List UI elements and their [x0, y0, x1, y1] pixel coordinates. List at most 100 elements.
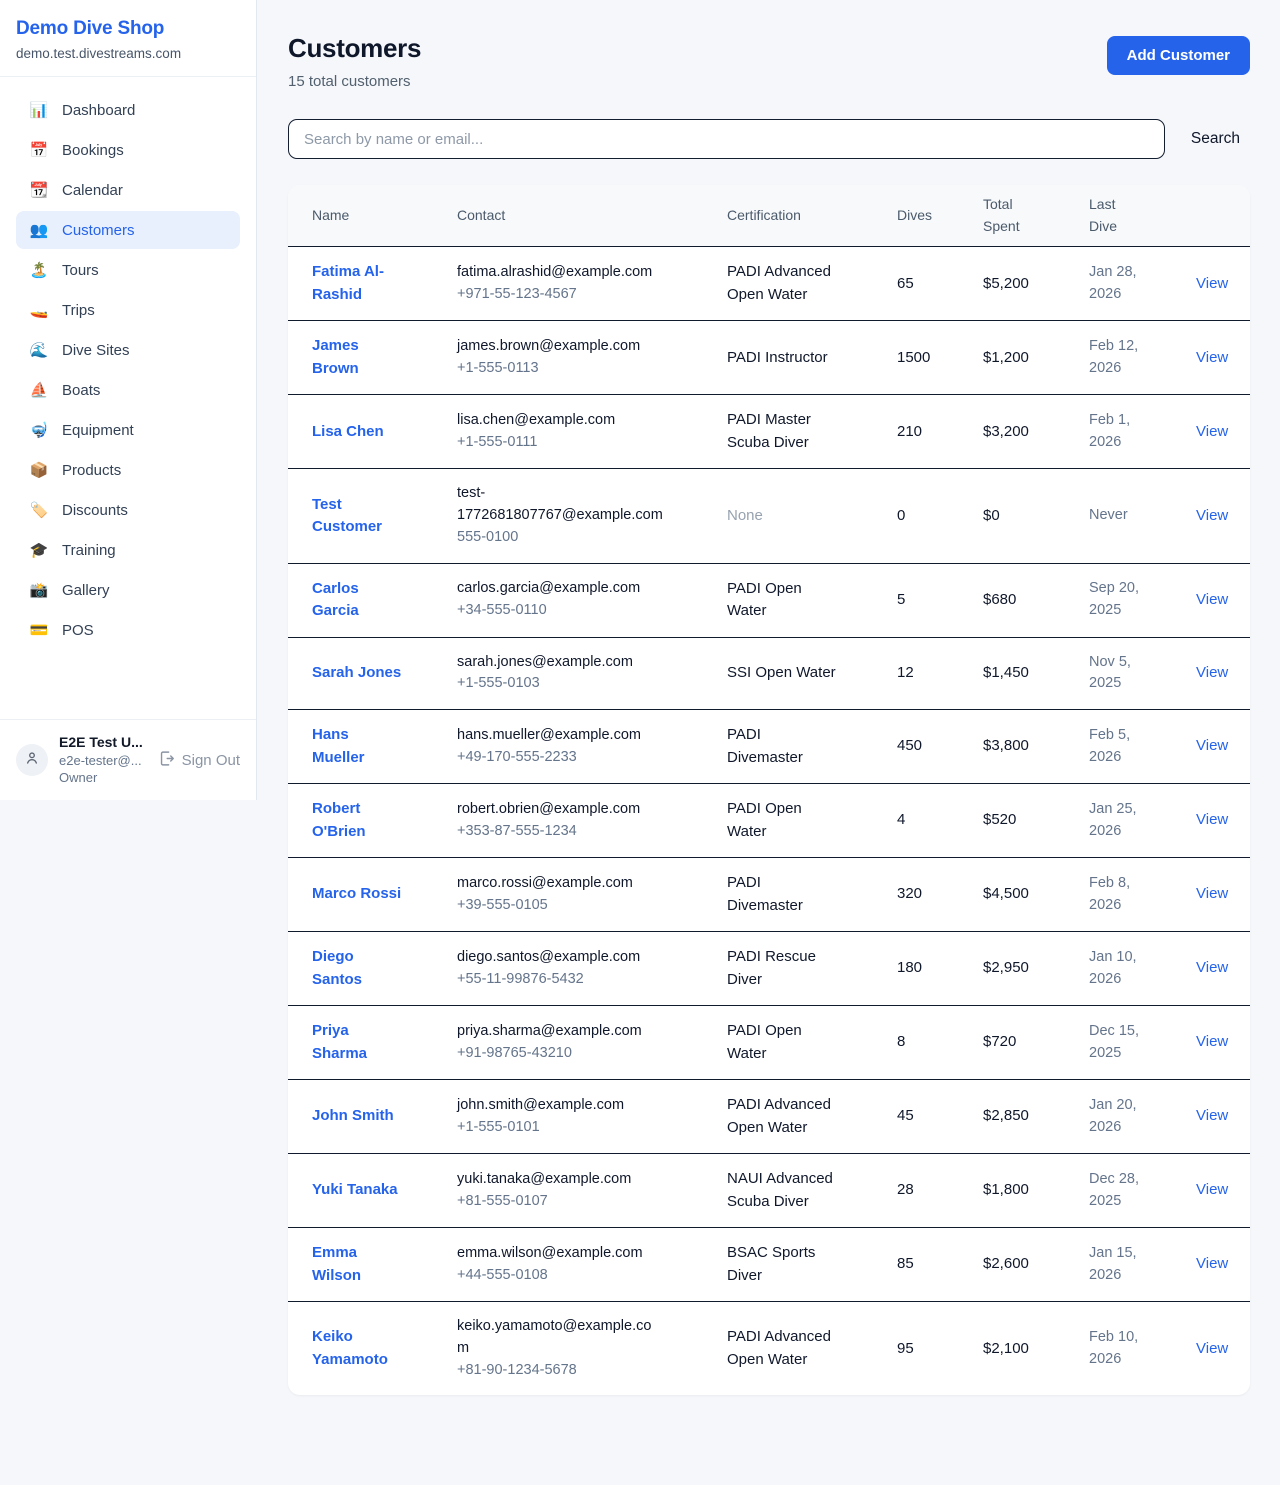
customer-phone: +1-555-0111 — [457, 432, 663, 454]
view-link[interactable]: View — [1196, 811, 1228, 828]
search-input[interactable] — [288, 119, 1165, 159]
customer-dives: 210 — [873, 395, 959, 469]
customer-certification: PADI Rescue Diver — [703, 932, 873, 1006]
view-link[interactable]: View — [1196, 349, 1228, 366]
customer-phone: +39-555-0105 — [457, 895, 663, 917]
customer-certification: PADI Divemaster — [703, 710, 873, 784]
table-row: Sarah Jonessarah.jones@example.com+1-555… — [288, 637, 1250, 710]
customer-name-link[interactable]: Hans Mueller — [312, 726, 365, 766]
trips-icon: 🚤 — [28, 301, 50, 319]
search-button[interactable]: Search — [1181, 130, 1250, 148]
sidebar-item-dive-sites[interactable]: 🌊Dive Sites — [16, 331, 240, 369]
sidebar-item-pos[interactable]: 💳POS — [16, 611, 240, 649]
table-row: Hans Muellerhans.mueller@example.com+49-… — [288, 710, 1250, 784]
sidebar-item-boats[interactable]: ⛵Boats — [16, 371, 240, 409]
customer-name-link[interactable]: Emma Wilson — [312, 1244, 361, 1284]
gallery-icon: 📸 — [28, 581, 50, 599]
view-link[interactable]: View — [1196, 737, 1228, 754]
customer-certification: BSAC Sports Diver — [703, 1228, 873, 1302]
customer-email: keiko.yamamoto@example.com — [457, 1316, 663, 1360]
view-link[interactable]: View — [1196, 591, 1228, 608]
column-header-total-spent: Total Spent — [959, 185, 1065, 247]
customer-last-dive: Jan 15, 2026 — [1065, 1228, 1172, 1302]
customer-phone: +1-555-0103 — [457, 673, 663, 695]
customer-dives: 95 — [873, 1302, 959, 1396]
customer-certification: PADI Master Scuba Diver — [703, 395, 873, 469]
view-link[interactable]: View — [1196, 423, 1228, 440]
customer-email: hans.mueller@example.com — [457, 725, 663, 747]
view-link[interactable]: View — [1196, 1255, 1228, 1272]
sidebar-item-discounts[interactable]: 🏷️Discounts — [16, 491, 240, 529]
customer-total-spent: $2,850 — [959, 1080, 1065, 1154]
sidebar-item-calendar[interactable]: 📆Calendar — [16, 171, 240, 209]
sidebar-item-tours[interactable]: 🏝️Tours — [16, 251, 240, 289]
customer-name-link[interactable]: Priya Sharma — [312, 1022, 367, 1062]
sidebar-item-training[interactable]: 🎓Training — [16, 531, 240, 569]
view-link[interactable]: View — [1196, 275, 1228, 292]
customer-total-spent: $3,200 — [959, 395, 1065, 469]
customer-phone: +91-98765-43210 — [457, 1043, 663, 1065]
products-icon: 📦 — [28, 461, 50, 479]
customer-name-link[interactable]: Marco Rossi — [312, 885, 401, 902]
shop-name: Demo Dive Shop — [16, 18, 240, 40]
customer-name-link[interactable]: Carlos Garcia — [312, 580, 359, 620]
column-header-dives: Dives — [873, 185, 959, 247]
customer-name-link[interactable]: Sarah Jones — [312, 664, 401, 681]
customer-name-link[interactable]: Diego Santos — [312, 948, 362, 988]
sidebar-item-dashboard[interactable]: 📊Dashboard — [16, 91, 240, 129]
customer-name-link[interactable]: Lisa Chen — [312, 423, 384, 440]
table-row: Marco Rossimarco.rossi@example.com+39-55… — [288, 858, 1250, 932]
view-link[interactable]: View — [1196, 664, 1228, 681]
customer-dives: 320 — [873, 858, 959, 932]
table-row: Lisa Chenlisa.chen@example.com+1-555-011… — [288, 395, 1250, 469]
sidebar-item-label: Dashboard — [62, 102, 135, 119]
customer-phone: +353-87-555-1234 — [457, 821, 663, 843]
view-link[interactable]: View — [1196, 1340, 1228, 1357]
sidebar-item-customers[interactable]: 👥Customers — [16, 211, 240, 249]
customer-phone: +81-90-1234-5678 — [457, 1360, 663, 1382]
customer-name-link[interactable]: Robert O'Brien — [312, 800, 366, 840]
customers-icon: 👥 — [28, 221, 50, 239]
customer-total-spent: $4,500 — [959, 858, 1065, 932]
sidebar-item-equipment[interactable]: 🤿Equipment — [16, 411, 240, 449]
table-row: Test Customertest-1772681807767@example.… — [288, 469, 1250, 563]
customer-name-link[interactable]: Keiko Yamamoto — [312, 1328, 388, 1368]
discounts-icon: 🏷️ — [28, 501, 50, 519]
customer-last-dive: Jan 20, 2026 — [1065, 1080, 1172, 1154]
customer-dives: 5 — [873, 563, 959, 637]
sign-out-button[interactable]: Sign Out — [158, 750, 240, 771]
tours-icon: 🏝️ — [28, 261, 50, 279]
equipment-icon: 🤿 — [28, 421, 50, 439]
customer-phone: +1-555-0101 — [457, 1117, 663, 1139]
customer-dives: 12 — [873, 637, 959, 710]
customer-certification: PADI Advanced Open Water — [703, 1080, 873, 1154]
sidebar-item-products[interactable]: 📦Products — [16, 451, 240, 489]
view-link[interactable]: View — [1196, 507, 1228, 524]
customer-last-dive: Sep 20, 2025 — [1065, 563, 1172, 637]
view-link[interactable]: View — [1196, 1107, 1228, 1124]
customer-certification: PADI Instructor — [703, 321, 873, 395]
search-row: Search — [288, 119, 1250, 159]
customer-name-link[interactable]: James Brown — [312, 337, 359, 377]
column-header-last-dive: Last Dive — [1065, 185, 1172, 247]
view-link[interactable]: View — [1196, 1181, 1228, 1198]
customer-total-spent: $520 — [959, 784, 1065, 858]
view-link[interactable]: View — [1196, 959, 1228, 976]
table-row: Fatima Al-Rashid fatima.alrashid@example.… — [288, 247, 1250, 321]
sidebar-item-bookings[interactable]: 📅Bookings — [16, 131, 240, 169]
sidebar-item-label: Dive Sites — [62, 342, 130, 359]
customer-dives: 28 — [873, 1154, 959, 1228]
customer-certification: PADI Advanced Open Water — [703, 247, 873, 321]
sidebar-item-gallery[interactable]: 📸Gallery — [16, 571, 240, 609]
customer-certification: PADI Open Water — [703, 563, 873, 637]
view-link[interactable]: View — [1196, 885, 1228, 902]
customer-name-link[interactable]: Fatima Al-Rashid — [312, 263, 384, 303]
customer-name-link[interactable]: Test Customer — [312, 496, 382, 536]
table-body: Fatima Al-Rashid fatima.alrashid@example.… — [288, 247, 1250, 1396]
sidebar-item-trips[interactable]: 🚤Trips — [16, 291, 240, 329]
add-customer-button[interactable]: Add Customer — [1107, 36, 1250, 75]
customer-name-link[interactable]: John Smith — [312, 1107, 394, 1124]
customer-email: fatima.alrashid@example.com — [457, 262, 663, 284]
view-link[interactable]: View — [1196, 1033, 1228, 1050]
customer-name-link[interactable]: Yuki Tanaka — [312, 1181, 398, 1198]
